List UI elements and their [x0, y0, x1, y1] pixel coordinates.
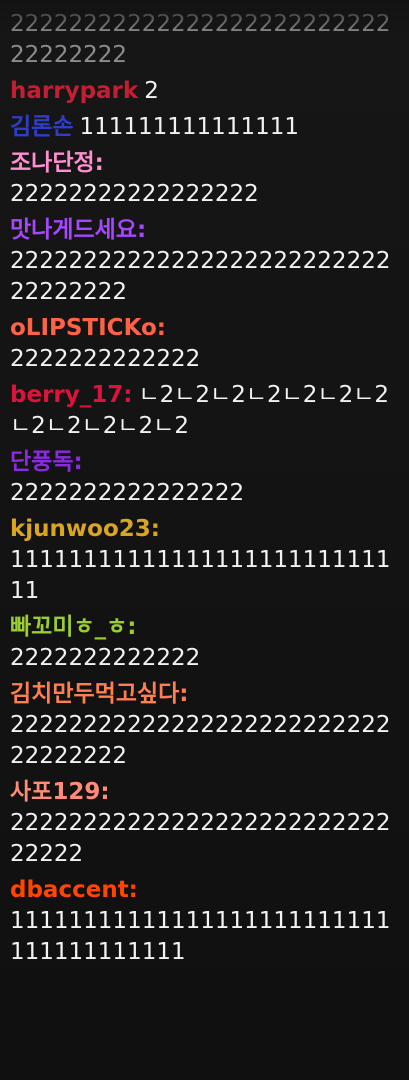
username[interactable]: harrypark: [10, 78, 138, 104]
message-text: 2222222222222: [10, 346, 201, 372]
chat-message: dbaccent: 1111111111111111111111111111111…: [10, 875, 399, 968]
message-text: 2222222222222222222222222222222222: [10, 11, 391, 68]
message-list: 2222222222222222222222222222222222 harry…: [10, 0, 399, 968]
message-text: 22222222222222222: [10, 181, 259, 207]
chat-message: kjunwoo23: 1111111111111111111111111111: [10, 514, 399, 607]
chat-message: 맛나게드세요: 222222222222222222222222222222222…: [10, 215, 399, 308]
message-text: 2222222222222222: [10, 480, 245, 506]
message-text: 1111111111111111111111111111: [10, 547, 391, 604]
username[interactable]: dbaccent:: [10, 877, 138, 903]
chat-message: 단풍독: 2222222222222222: [10, 447, 399, 509]
username[interactable]: 맛나게드세요:: [10, 217, 146, 243]
chat-message: 김론손 111111111111111: [10, 112, 399, 143]
username[interactable]: 빠꼬미ㅎ_ㅎ:: [10, 614, 137, 640]
message-text: 2222222222222222222222222222222222: [10, 712, 391, 769]
username[interactable]: 단풍독:: [10, 449, 83, 475]
chat-message: 사포129: 2222222222222222222222222222222: [10, 777, 399, 870]
cutoff-text: [10, 0, 399, 9]
chat-message: 김치만두먹고싶다: 2222222222222222222222222222222…: [10, 679, 399, 772]
chat-message: harrypark 2: [10, 76, 399, 107]
chat-message: 조나단정: 22222222222222222: [10, 148, 399, 210]
chat-panel[interactable]: 2222222222222222222222222222222222 harry…: [0, 0, 409, 1080]
username[interactable]: 김치만두먹고싶다:: [10, 681, 188, 707]
message-text: 2: [144, 78, 159, 104]
username[interactable]: oLIPSTICKo:: [10, 315, 166, 341]
username[interactable]: 김론손: [10, 114, 73, 140]
username[interactable]: kjunwoo23:: [10, 516, 160, 542]
chat-message: 2222222222222222222222222222222222: [10, 0, 399, 71]
message-text: 2222222222222222222222222222222: [10, 810, 391, 867]
message-text: 2222222222222: [10, 645, 201, 671]
username[interactable]: berry_17:: [10, 382, 132, 408]
chat-message: berry_17: ㄴ2ㄴ2ㄴ2ㄴ2ㄴ2ㄴ2ㄴ2ㄴ2ㄴ2ㄴ2ㄴ2ㄴ2: [10, 380, 399, 442]
chat-message: 빠꼬미ㅎ_ㅎ: 2222222222222: [10, 612, 399, 674]
message-text: 11111111111111111111111111111111111111: [10, 908, 391, 965]
message-text: 111111111111111: [79, 114, 299, 140]
message-text: 2222222222222222222222222222222222: [10, 248, 391, 305]
username[interactable]: 조나단정:: [10, 150, 104, 176]
chat-message: oLIPSTICKo: 2222222222222: [10, 313, 399, 375]
username[interactable]: 사포129:: [10, 779, 110, 805]
